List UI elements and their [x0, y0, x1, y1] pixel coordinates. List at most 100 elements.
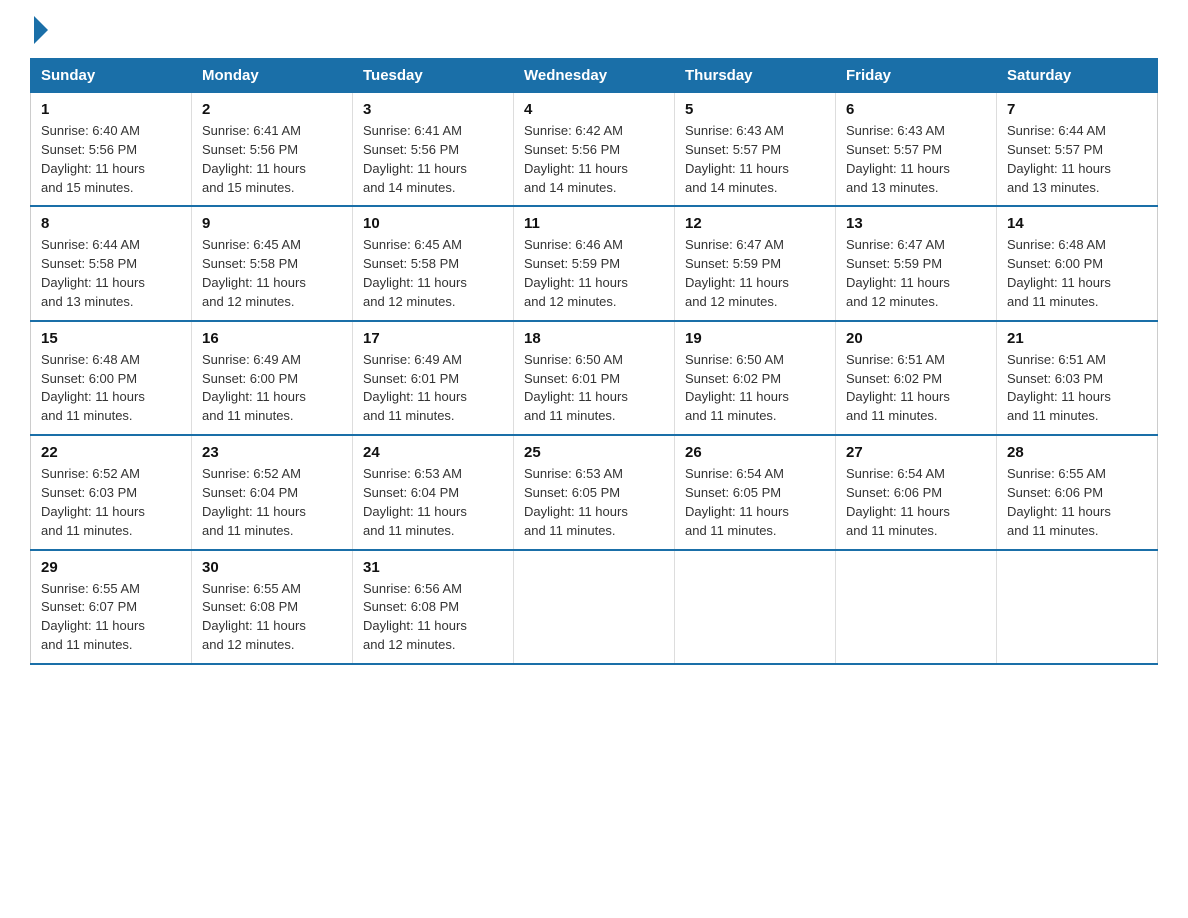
calendar-day-cell: 30 Sunrise: 6:55 AM Sunset: 6:08 PM Dayli… [192, 550, 353, 664]
day-info: Sunrise: 6:51 AM Sunset: 6:02 PM Dayligh… [846, 351, 986, 426]
day-info: Sunrise: 6:44 AM Sunset: 5:58 PM Dayligh… [41, 236, 181, 311]
day-info: Sunrise: 6:50 AM Sunset: 6:01 PM Dayligh… [524, 351, 664, 426]
day-info: Sunrise: 6:48 AM Sunset: 6:00 PM Dayligh… [1007, 236, 1147, 311]
calendar-header-row: SundayMondayTuesdayWednesdayThursdayFrid… [31, 59, 1158, 93]
calendar-day-cell: 29Sunrise: 6:55 AM Sunset: 6:07 PM Dayli… [31, 550, 192, 664]
day-info: Sunrise: 6:43 AM Sunset: 5:57 PM Dayligh… [846, 122, 986, 197]
calendar-day-cell: 28 Sunrise: 6:55 AM Sunset: 6:06 PM Dayli… [997, 435, 1158, 549]
day-number: 20 [846, 330, 986, 347]
page-header [30, 20, 1158, 38]
calendar-day-header: Friday [836, 59, 997, 93]
day-info: Sunrise: 6:44 AM Sunset: 5:57 PM Dayligh… [1007, 122, 1147, 197]
calendar-day-cell: 9Sunrise: 6:45 AM Sunset: 5:58 PM Daylig… [192, 206, 353, 320]
calendar-week-row: 22 Sunrise: 6:52 AM Sunset: 6:03 PM Dayli… [31, 435, 1158, 549]
day-number: 8 [41, 215, 181, 232]
day-info: Sunrise: 6:43 AM Sunset: 5:57 PM Dayligh… [685, 122, 825, 197]
calendar-day-cell: 24 Sunrise: 6:53 AM Sunset: 6:04 PM Dayli… [353, 435, 514, 549]
calendar-week-row: 1 Sunrise: 6:40 AM Sunset: 5:56 PM Daylig… [31, 93, 1158, 207]
day-number: 4 [524, 101, 664, 118]
calendar-day-cell: 15 Sunrise: 6:48 AM Sunset: 6:00 PM Dayli… [31, 321, 192, 435]
calendar-day-cell: 26 Sunrise: 6:54 AM Sunset: 6:05 PM Dayli… [675, 435, 836, 549]
day-info: Sunrise: 6:51 AM Sunset: 6:03 PM Dayligh… [1007, 351, 1147, 426]
day-info: Sunrise: 6:46 AM Sunset: 5:59 PM Dayligh… [524, 236, 664, 311]
calendar-day-cell: 1 Sunrise: 6:40 AM Sunset: 5:56 PM Daylig… [31, 93, 192, 207]
calendar-day-cell: 11 Sunrise: 6:46 AM Sunset: 5:59 PM Dayli… [514, 206, 675, 320]
calendar-day-cell: 10Sunrise: 6:45 AM Sunset: 5:58 PM Dayli… [353, 206, 514, 320]
day-number: 19 [685, 330, 825, 347]
day-info: Sunrise: 6:52 AM Sunset: 6:03 PM Dayligh… [41, 465, 181, 540]
calendar-day-cell: 16 Sunrise: 6:49 AM Sunset: 6:00 PM Dayli… [192, 321, 353, 435]
calendar-day-cell [514, 550, 675, 664]
day-number: 11 [524, 215, 664, 232]
day-info: Sunrise: 6:41 AM Sunset: 5:56 PM Dayligh… [363, 122, 503, 197]
day-info: Sunrise: 6:53 AM Sunset: 6:05 PM Dayligh… [524, 465, 664, 540]
calendar-day-cell [836, 550, 997, 664]
calendar-day-cell: 25Sunrise: 6:53 AM Sunset: 6:05 PM Dayli… [514, 435, 675, 549]
day-number: 24 [363, 444, 503, 461]
day-number: 22 [41, 444, 181, 461]
day-number: 13 [846, 215, 986, 232]
day-number: 15 [41, 330, 181, 347]
calendar-day-cell: 20 Sunrise: 6:51 AM Sunset: 6:02 PM Dayli… [836, 321, 997, 435]
calendar-day-cell: 23 Sunrise: 6:52 AM Sunset: 6:04 PM Dayli… [192, 435, 353, 549]
calendar-day-cell: 17 Sunrise: 6:49 AM Sunset: 6:01 PM Dayli… [353, 321, 514, 435]
calendar-day-header: Saturday [997, 59, 1158, 93]
day-info: Sunrise: 6:48 AM Sunset: 6:00 PM Dayligh… [41, 351, 181, 426]
day-number: 6 [846, 101, 986, 118]
calendar-day-header: Sunday [31, 59, 192, 93]
calendar-day-cell: 21 Sunrise: 6:51 AM Sunset: 6:03 PM Dayli… [997, 321, 1158, 435]
calendar-day-cell: 22 Sunrise: 6:52 AM Sunset: 6:03 PM Dayli… [31, 435, 192, 549]
calendar-day-header: Tuesday [353, 59, 514, 93]
day-info: Sunrise: 6:50 AM Sunset: 6:02 PM Dayligh… [685, 351, 825, 426]
day-info: Sunrise: 6:49 AM Sunset: 6:01 PM Dayligh… [363, 351, 503, 426]
day-number: 23 [202, 444, 342, 461]
logo [30, 20, 48, 38]
calendar-day-cell: 8 Sunrise: 6:44 AM Sunset: 5:58 PM Daylig… [31, 206, 192, 320]
day-info: Sunrise: 6:53 AM Sunset: 6:04 PM Dayligh… [363, 465, 503, 540]
day-number: 3 [363, 101, 503, 118]
calendar-day-cell: 14 Sunrise: 6:48 AM Sunset: 6:00 PM Dayli… [997, 206, 1158, 320]
day-number: 1 [41, 101, 181, 118]
day-info: Sunrise: 6:49 AM Sunset: 6:00 PM Dayligh… [202, 351, 342, 426]
calendar-day-cell: 4 Sunrise: 6:42 AM Sunset: 5:56 PM Daylig… [514, 93, 675, 207]
day-info: Sunrise: 6:55 AM Sunset: 6:08 PM Dayligh… [202, 580, 342, 655]
day-number: 16 [202, 330, 342, 347]
day-info: Sunrise: 6:40 AM Sunset: 5:56 PM Dayligh… [41, 122, 181, 197]
day-number: 31 [363, 559, 503, 576]
calendar-day-cell: 5 Sunrise: 6:43 AM Sunset: 5:57 PM Daylig… [675, 93, 836, 207]
day-number: 18 [524, 330, 664, 347]
day-number: 21 [1007, 330, 1147, 347]
calendar-day-cell [997, 550, 1158, 664]
day-info: Sunrise: 6:54 AM Sunset: 6:05 PM Dayligh… [685, 465, 825, 540]
day-info: Sunrise: 6:45 AM Sunset: 5:58 PM Dayligh… [202, 236, 342, 311]
day-number: 10 [363, 215, 503, 232]
day-number: 14 [1007, 215, 1147, 232]
day-info: Sunrise: 6:55 AM Sunset: 6:07 PM Dayligh… [41, 580, 181, 655]
calendar-day-cell: 3 Sunrise: 6:41 AM Sunset: 5:56 PM Daylig… [353, 93, 514, 207]
day-info: Sunrise: 6:55 AM Sunset: 6:06 PM Dayligh… [1007, 465, 1147, 540]
day-number: 26 [685, 444, 825, 461]
calendar-day-cell: 18 Sunrise: 6:50 AM Sunset: 6:01 PM Dayli… [514, 321, 675, 435]
calendar-day-cell: 27 Sunrise: 6:54 AM Sunset: 6:06 PM Dayli… [836, 435, 997, 549]
day-number: 30 [202, 559, 342, 576]
day-number: 17 [363, 330, 503, 347]
day-number: 5 [685, 101, 825, 118]
day-number: 2 [202, 101, 342, 118]
calendar-day-cell: 2Sunrise: 6:41 AM Sunset: 5:56 PM Daylig… [192, 93, 353, 207]
day-info: Sunrise: 6:47 AM Sunset: 5:59 PM Dayligh… [846, 236, 986, 311]
day-info: Sunrise: 6:42 AM Sunset: 5:56 PM Dayligh… [524, 122, 664, 197]
calendar-day-cell: 6 Sunrise: 6:43 AM Sunset: 5:57 PM Daylig… [836, 93, 997, 207]
day-number: 28 [1007, 444, 1147, 461]
calendar-week-row: 8 Sunrise: 6:44 AM Sunset: 5:58 PM Daylig… [31, 206, 1158, 320]
calendar-week-row: 15 Sunrise: 6:48 AM Sunset: 6:00 PM Dayli… [31, 321, 1158, 435]
calendar-table: SundayMondayTuesdayWednesdayThursdayFrid… [30, 58, 1158, 665]
day-number: 27 [846, 444, 986, 461]
calendar-day-cell: 7 Sunrise: 6:44 AM Sunset: 5:57 PM Daylig… [997, 93, 1158, 207]
day-info: Sunrise: 6:52 AM Sunset: 6:04 PM Dayligh… [202, 465, 342, 540]
calendar-day-header: Wednesday [514, 59, 675, 93]
day-number: 7 [1007, 101, 1147, 118]
calendar-day-header: Thursday [675, 59, 836, 93]
day-info: Sunrise: 6:56 AM Sunset: 6:08 PM Dayligh… [363, 580, 503, 655]
day-info: Sunrise: 6:54 AM Sunset: 6:06 PM Dayligh… [846, 465, 986, 540]
calendar-day-cell [675, 550, 836, 664]
